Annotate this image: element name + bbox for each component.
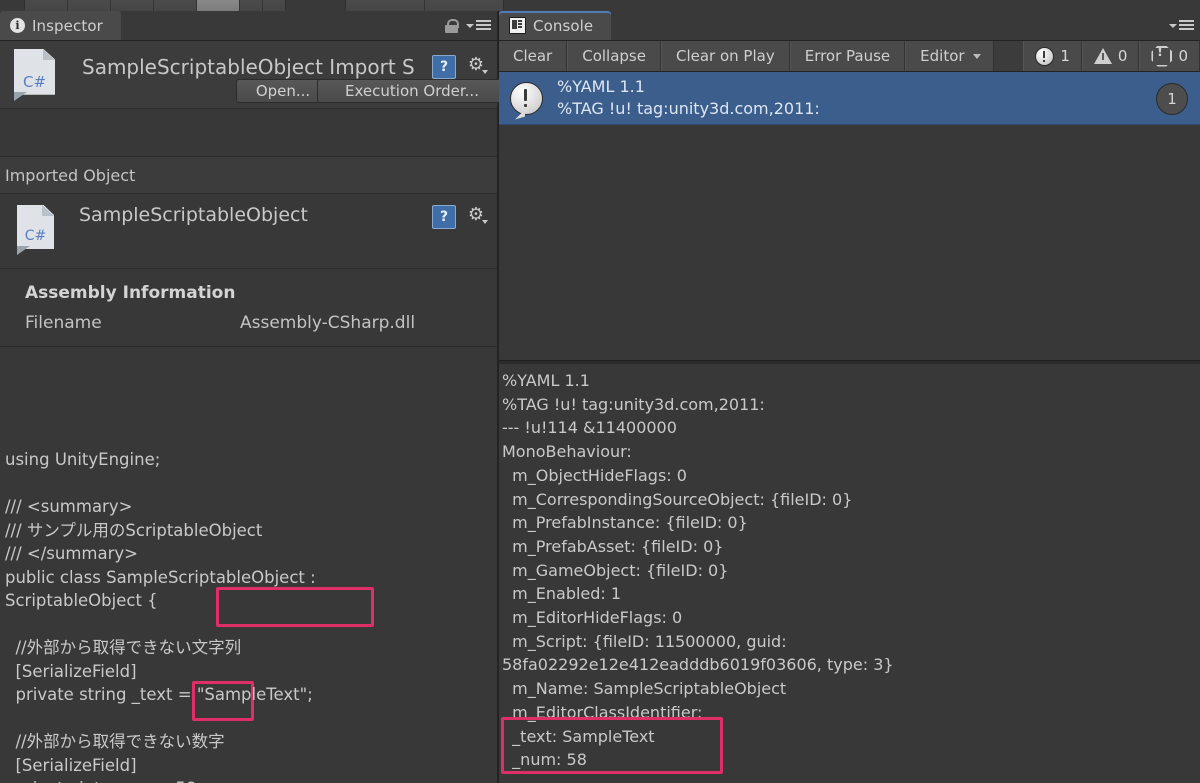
unity-editor-window: i Inspector C# SampleScriptableObject Im… xyxy=(0,0,1200,783)
help-icon[interactable]: ? xyxy=(432,55,456,79)
info-icon xyxy=(1151,46,1172,67)
help-icon[interactable]: ? xyxy=(432,205,456,229)
csharp-file-icon-label: C# xyxy=(14,73,55,91)
inspector-panel: i Inspector C# SampleScriptableObject Im… xyxy=(0,11,497,783)
code-line: private int _num = 58; xyxy=(5,777,497,783)
code-line: [SerializeField] xyxy=(5,754,497,778)
assembly-information-title: Assembly Information xyxy=(0,283,497,303)
code-line: /// <summary> xyxy=(5,495,497,519)
error-count-label: 1 xyxy=(1060,47,1070,65)
chevron-down-icon xyxy=(973,54,981,59)
transform-tool-button[interactable] xyxy=(240,0,263,11)
tab-inspector[interactable]: i Inspector xyxy=(0,11,121,40)
open-button[interactable]: Open... xyxy=(236,79,330,103)
error-log-icon xyxy=(510,82,543,115)
chevron-down-icon xyxy=(1169,24,1177,28)
code-line: [SerializeField] xyxy=(5,660,497,684)
imported-object-name: SampleScriptableObject xyxy=(79,204,308,226)
code-line: using UnityEngine; xyxy=(5,448,497,472)
scale-tool-button[interactable] xyxy=(154,0,197,11)
imported-object-row[interactable]: C# SampleScriptableObject ? ⚙ xyxy=(0,194,497,269)
csharp-file-icon-label: C# xyxy=(17,228,54,244)
warning-counter[interactable]: 0 xyxy=(1082,41,1140,71)
console-panel: Console Clear Collapse Clear on Play Err… xyxy=(499,11,1200,783)
menu-bars xyxy=(476,20,491,32)
lock-icon[interactable] xyxy=(445,19,458,33)
code-line xyxy=(5,472,497,496)
clear-button[interactable]: Clear xyxy=(499,41,567,71)
gear-icon[interactable]: ⚙ xyxy=(465,204,487,226)
tab-inspector-label: Inspector xyxy=(32,17,103,35)
code-line: //外部から取得できない文字列 xyxy=(5,636,497,660)
code-line: ScriptableObject { xyxy=(5,589,497,613)
pivot-tools-group[interactable] xyxy=(345,0,504,11)
console-tabbar: Console xyxy=(499,11,1200,41)
warning-count-label: 0 xyxy=(1118,47,1128,65)
execution-order-button[interactable]: Execution Order... xyxy=(317,79,507,103)
inspector-tabbar-controls xyxy=(445,11,491,40)
log-entry-text: %YAML 1.1 %TAG !u! tag:unity3d.com,2011: xyxy=(557,76,820,120)
code-line: //外部から取得できない数字 xyxy=(5,730,497,754)
tab-console-label: Console xyxy=(533,17,593,35)
info-counter[interactable]: 0 xyxy=(1139,41,1200,71)
chevron-down-icon xyxy=(482,220,488,224)
assembly-filename-row: Filename Assembly-CSharp.dll xyxy=(0,313,497,333)
clear-on-play-button[interactable]: Clear on Play xyxy=(661,41,790,71)
list-item[interactable]: %YAML 1.1 %TAG !u! tag:unity3d.com,2011:… xyxy=(499,72,1200,125)
inspector-title: SampleScriptableObject Import S xyxy=(82,55,422,79)
gear-icon[interactable]: ⚙ xyxy=(465,54,487,76)
menu-bars xyxy=(1179,20,1194,32)
code-line: /// サンプル用のScriptableObject xyxy=(5,519,497,543)
console-detail-body: %YAML 1.1 %TAG !u! tag:unity3d.com,2011:… xyxy=(502,371,894,783)
mode-selector-label: Editor xyxy=(920,47,964,65)
move-tool-button[interactable] xyxy=(68,0,111,11)
csharp-file-icon: C# xyxy=(17,205,54,255)
inspector-spacer xyxy=(0,109,497,157)
assembly-information-block: Assembly Information Filename Assembly-C… xyxy=(0,269,497,347)
code-line: private string _text = "SampleText"; xyxy=(5,683,497,707)
collapse-button[interactable]: Collapse xyxy=(567,41,661,71)
console-detail-text[interactable]: %YAML 1.1 %TAG !u! tag:unity3d.com,2011:… xyxy=(499,364,1200,783)
source-code-preview: using UnityEngine; /// <summary>/// サンプル… xyxy=(0,347,497,783)
pivot-rotation-button[interactable] xyxy=(425,0,503,11)
imported-object-header: Imported Object xyxy=(0,157,497,194)
inspector-header: C# SampleScriptableObject Import S ? ⚙ O… xyxy=(0,41,497,109)
editor-toolbar-strip xyxy=(0,0,1200,11)
info-count-label: 0 xyxy=(1178,47,1188,65)
tab-console[interactable]: Console xyxy=(499,11,611,40)
console-toolbar: Clear Collapse Clear on Play Error Pause… xyxy=(499,41,1200,72)
rotate-tool-button[interactable] xyxy=(111,0,154,11)
chevron-down-icon xyxy=(466,24,474,28)
pivot-mode-button[interactable] xyxy=(346,0,425,11)
assembly-filename-label: Filename xyxy=(25,313,240,333)
hamburger-menu-icon[interactable] xyxy=(1169,20,1194,32)
log-collapse-count: 1 xyxy=(1156,83,1188,115)
mode-selector-dropdown[interactable]: Editor xyxy=(905,41,993,71)
toolbar-spacer xyxy=(994,41,1024,71)
console-icon xyxy=(509,17,526,34)
rect-tool-button[interactable] xyxy=(197,0,240,11)
console-log-list[interactable]: %YAML 1.1 %TAG !u! tag:unity3d.com,2011:… xyxy=(499,72,1200,360)
info-icon: i xyxy=(10,18,25,33)
error-icon xyxy=(1035,47,1054,66)
chevron-down-icon xyxy=(482,70,488,74)
console-tabbar-controls xyxy=(1169,11,1194,40)
code-line xyxy=(5,613,497,637)
hamburger-menu-icon[interactable] xyxy=(466,20,491,32)
assembly-filename-value: Assembly-CSharp.dll xyxy=(240,313,415,333)
hand-tool-button[interactable] xyxy=(25,0,68,11)
csharp-file-icon: C# xyxy=(14,49,55,101)
code-line: public class SampleScriptableObject : xyxy=(5,566,497,590)
code-line: /// </summary> xyxy=(5,542,497,566)
warning-icon xyxy=(1094,48,1112,64)
code-line xyxy=(5,707,497,731)
error-pause-button[interactable]: Error Pause xyxy=(790,41,905,71)
transform-tools-group[interactable] xyxy=(24,0,286,11)
custom-tool-button[interactable] xyxy=(263,0,285,11)
inspector-tabbar: i Inspector xyxy=(0,11,497,41)
error-counter[interactable]: 1 xyxy=(1023,41,1082,71)
